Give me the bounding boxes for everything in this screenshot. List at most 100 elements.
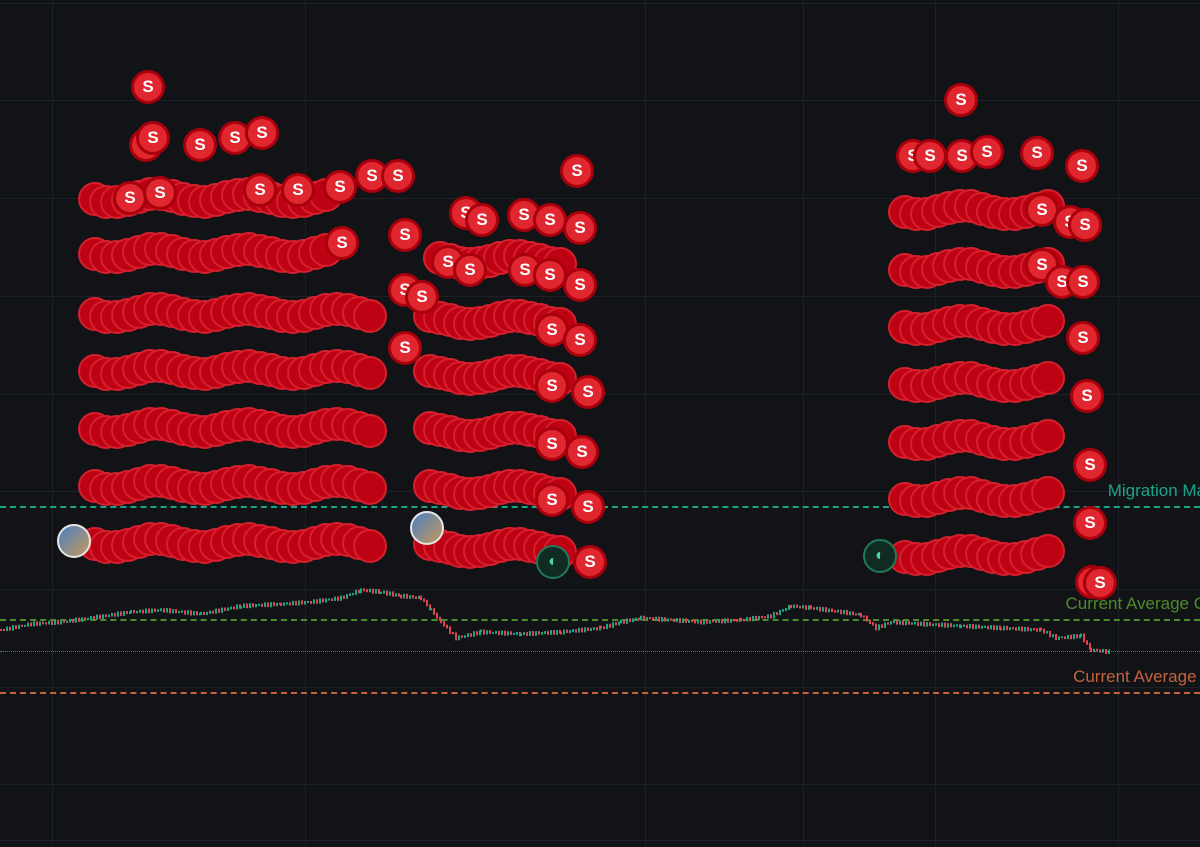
sell-marker[interactable]: S <box>1073 506 1107 540</box>
sell-marker[interactable]: S <box>281 173 315 207</box>
price-candle <box>63 620 65 623</box>
price-candle <box>593 627 595 630</box>
sell-marker[interactable]: S <box>243 173 277 207</box>
price-candle <box>516 632 518 635</box>
trader-avatar-3[interactable]: ◐ <box>536 545 570 579</box>
sell-marker[interactable]: S <box>1065 149 1099 183</box>
sell-marker[interactable] <box>353 298 387 333</box>
sell-marker[interactable]: S <box>1020 136 1054 170</box>
sell-marker-glyph: S <box>392 166 404 185</box>
sell-marker[interactable]: S <box>136 121 170 155</box>
price-candle <box>99 614 101 620</box>
price-candle <box>151 608 153 614</box>
sell-marker[interactable]: S <box>565 435 599 469</box>
price-candle <box>230 606 232 610</box>
sell-marker-glyph: S <box>955 90 967 109</box>
sell-marker[interactable]: S <box>563 268 597 302</box>
sell-marker[interactable]: S <box>535 483 569 517</box>
sell-marker[interactable]: S <box>1073 448 1107 482</box>
price-candle <box>700 619 702 625</box>
price-candle <box>39 621 41 626</box>
price-candle <box>93 616 95 620</box>
price-candle <box>730 618 732 623</box>
price-candle <box>154 608 156 612</box>
sell-marker-glyph: S <box>1084 513 1096 532</box>
price-candle <box>620 619 622 624</box>
sell-marker[interactable]: S <box>113 181 147 215</box>
sell-marker[interactable]: S <box>944 83 978 117</box>
price-candle <box>483 629 485 635</box>
price-candle <box>938 623 940 628</box>
sell-marker[interactable] <box>353 470 387 505</box>
price-candle <box>908 620 910 625</box>
price-candle <box>676 618 678 623</box>
sell-marker[interactable]: S <box>143 176 177 210</box>
price-candle <box>578 627 580 633</box>
price-candle <box>114 612 116 617</box>
price-candle <box>1086 640 1088 645</box>
price-candle <box>6 626 8 632</box>
sell-marker[interactable]: S <box>563 211 597 245</box>
sell-marker[interactable]: S <box>571 375 605 409</box>
sell-marker[interactable]: S <box>325 226 359 260</box>
sell-marker[interactable]: S <box>131 70 165 104</box>
sell-marker[interactable]: S <box>245 116 279 150</box>
price-candle <box>227 607 229 611</box>
sell-marker[interactable]: S <box>563 323 597 357</box>
price-candle <box>9 626 11 631</box>
sell-marker-glyph: S <box>546 434 558 453</box>
sell-marker[interactable] <box>353 355 387 390</box>
price-candle <box>718 618 720 624</box>
price-candle <box>383 590 385 594</box>
price-candle <box>629 618 631 623</box>
price-candle <box>661 617 663 622</box>
price-candle <box>51 620 53 626</box>
price-candle <box>87 617 89 621</box>
sell-marker[interactable]: S <box>533 258 567 292</box>
sell-marker-glyph: S <box>399 225 411 244</box>
price-candle <box>84 617 86 621</box>
price-candle <box>875 623 877 631</box>
sell-marker[interactable]: S <box>388 218 422 252</box>
sell-marker[interactable]: S <box>535 369 569 403</box>
trader-avatar-2[interactable] <box>410 511 444 545</box>
sell-marker[interactable]: S <box>535 427 569 461</box>
sell-marker-glyph: S <box>582 382 594 401</box>
sell-marker[interactable]: S <box>323 170 357 204</box>
price-candle <box>526 632 528 636</box>
price-candle <box>606 623 608 630</box>
sell-marker[interactable] <box>353 528 387 563</box>
sell-marker-glyph: S <box>546 376 558 395</box>
sell-marker[interactable]: S <box>1070 379 1104 413</box>
sell-marker[interactable]: S <box>1066 265 1100 299</box>
sell-marker-glyph: S <box>476 210 488 229</box>
sell-marker[interactable]: S <box>970 135 1004 169</box>
trading-chart[interactable]: SSSSSSSSSSSSSSSSSSSSSSSSSSSSSSSSSSSSSSSS… <box>0 0 1200 847</box>
sell-marker[interactable]: S <box>388 331 422 365</box>
price-candle <box>828 608 830 613</box>
sell-marker-glyph: S <box>1094 573 1106 592</box>
sell-marker-glyph: S <box>464 260 476 279</box>
sell-marker[interactable]: S <box>183 128 217 162</box>
sell-marker[interactable]: S <box>571 490 605 524</box>
trader-avatar-1[interactable] <box>57 524 91 558</box>
sell-marker[interactable]: S <box>1068 208 1102 242</box>
sell-marker[interactable]: S <box>405 280 439 314</box>
sell-marker[interactable] <box>353 413 387 448</box>
price-candle <box>360 588 362 594</box>
price-candle <box>550 630 552 635</box>
price-candle <box>846 609 848 616</box>
sell-marker[interactable]: S <box>573 545 607 579</box>
sell-marker[interactable]: S <box>453 253 487 287</box>
sell-marker[interactable]: S <box>381 159 415 193</box>
sell-marker[interactable]: S <box>1066 321 1100 355</box>
price-candle <box>808 605 810 610</box>
sell-marker[interactable]: S <box>913 139 947 173</box>
sell-marker[interactable]: S <box>465 203 499 237</box>
sell-marker[interactable]: S <box>560 154 594 188</box>
sell-marker[interactable]: S <box>533 203 567 237</box>
price-candle <box>532 631 534 636</box>
trader-avatar-4[interactable]: ◐ <box>863 539 897 573</box>
price-candle <box>489 630 491 634</box>
price-candle <box>1055 634 1057 641</box>
